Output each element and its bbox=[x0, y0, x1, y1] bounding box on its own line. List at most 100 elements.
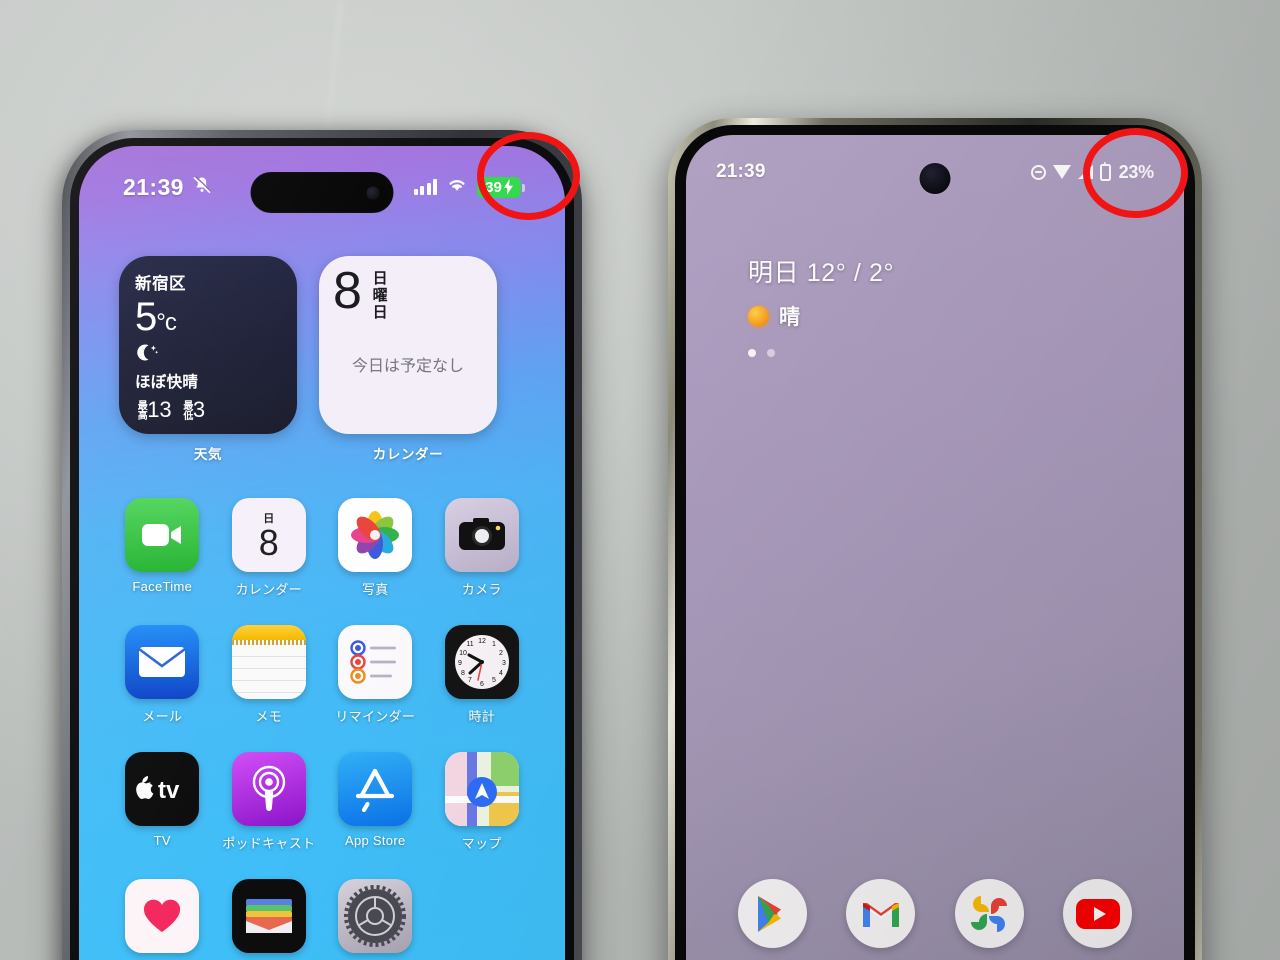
gmail-icon bbox=[846, 879, 916, 948]
app-wallet[interactable]: ウォレット bbox=[216, 879, 323, 960]
battery-icon bbox=[1099, 161, 1111, 181]
dock-app-photos[interactable]: フォト bbox=[935, 879, 1044, 960]
bell-slash-icon bbox=[192, 175, 212, 200]
weather-temp-unit: °c bbox=[156, 309, 177, 336]
ios-clock: 21:39 bbox=[123, 173, 184, 200]
weather-widget-label: 天気 bbox=[193, 447, 223, 462]
camera-icon bbox=[444, 498, 519, 572]
photos-icon bbox=[338, 498, 413, 572]
charging-bolt-icon bbox=[503, 179, 513, 195]
android-screen[interactable]: 21:39 23% 明日 12° / 2° 晴 bbox=[686, 135, 1184, 960]
ios-status-bar: 21:39 39 bbox=[79, 170, 565, 204]
calendar-widget-label: カレンダー bbox=[372, 447, 444, 462]
app-facetime[interactable]: FaceTime bbox=[109, 498, 216, 598]
svg-text:10: 10 bbox=[459, 650, 467, 657]
battery-percent-label: 39 bbox=[485, 178, 502, 196]
page-dot[interactable] bbox=[767, 349, 775, 357]
app-settings[interactable]: 設定 bbox=[322, 879, 429, 960]
dock-app-gmail[interactable]: Gmail bbox=[827, 879, 936, 960]
app-label: FaceTime bbox=[132, 579, 193, 594]
sun-icon bbox=[748, 305, 769, 327]
weather-widget-wrap[interactable]: 新宿区 5°c ほぼ快晴 最高 13 最低 3 天気 bbox=[119, 256, 297, 463]
ios-app-grid: FaceTime 日 8 カレンダー 写真 カメラ メール メモ リマインダー … bbox=[109, 498, 535, 960]
calendar-weekday: 日曜日 bbox=[370, 270, 388, 321]
youtube-icon bbox=[1063, 879, 1133, 948]
app-label: マップ bbox=[461, 836, 502, 851]
android-clock: 21:39 bbox=[716, 161, 766, 182]
ios-widget-row: 新宿区 5°c ほぼ快晴 最高 13 最低 3 天気 8 日曜日 今日は予定なし… bbox=[119, 256, 525, 463]
app-reminders[interactable]: リマインダー bbox=[322, 625, 429, 725]
photo-scene: 21:39 39 新宿区 5°c ほぼ快晴 最高 13 最低 3 天気 8 日曜… bbox=[0, 0, 1280, 960]
svg-text:5: 5 bbox=[492, 677, 496, 684]
android-condition-label: 晴 bbox=[779, 306, 800, 329]
settings-gear-icon bbox=[338, 879, 413, 953]
android-device: 21:39 23% 明日 12° / 2° 晴 bbox=[668, 118, 1202, 960]
app-health[interactable]: ヘルスケア bbox=[109, 879, 216, 960]
app-label: リマインダー bbox=[335, 709, 416, 724]
android-forecast-line: 明日 12° / 2° bbox=[748, 259, 895, 287]
calendar-widget[interactable]: 8 日曜日 今日は予定なし bbox=[319, 256, 497, 434]
android-weather-widget[interactable]: 明日 12° / 2° 晴 bbox=[748, 253, 894, 357]
app-label: カレンダー bbox=[235, 582, 302, 597]
facetime-icon bbox=[125, 498, 200, 572]
wifi-icon bbox=[1052, 165, 1071, 179]
health-icon bbox=[125, 879, 200, 953]
app-appletv[interactable]: tv TV bbox=[109, 752, 216, 852]
page-dot[interactable] bbox=[748, 349, 756, 357]
podcasts-icon bbox=[231, 752, 306, 826]
svg-text:11: 11 bbox=[466, 641, 473, 648]
app-clock[interactable]: 12 1 2 3 45 6 78 9 10 11 時計 bbox=[429, 625, 536, 725]
iphone-screen[interactable]: 21:39 39 新宿区 5°c ほぼ快晴 最高 13 最低 3 天気 8 日曜… bbox=[79, 146, 565, 960]
weather-temp-value: 5 bbox=[135, 295, 157, 339]
do-not-disturb-icon bbox=[1030, 164, 1046, 180]
app-calendar[interactable]: 日 8 カレンダー bbox=[216, 498, 323, 598]
calendar-widget-wrap[interactable]: 8 日曜日 今日は予定なし カレンダー bbox=[319, 256, 497, 463]
app-camera[interactable]: カメラ bbox=[429, 498, 536, 598]
svg-text:4: 4 bbox=[499, 670, 503, 677]
clock-icon: 12 1 2 3 45 6 78 9 10 11 bbox=[444, 625, 519, 699]
svg-text:2: 2 bbox=[499, 650, 503, 657]
app-photos[interactable]: 写真 bbox=[322, 498, 429, 598]
svg-text:9: 9 bbox=[458, 660, 462, 667]
moon-stars-icon bbox=[135, 342, 281, 368]
app-podcasts[interactable]: ポッドキャスト bbox=[216, 752, 323, 852]
calendar-event-text: 今日は予定なし bbox=[351, 358, 464, 375]
iphone-device: 21:39 39 新宿区 5°c ほぼ快晴 最高 13 最低 3 天気 8 日曜… bbox=[62, 130, 582, 960]
notes-icon bbox=[231, 625, 306, 699]
app-maps[interactable]: マップ bbox=[429, 752, 536, 852]
android-status-bar: 21:39 23% bbox=[686, 157, 1184, 187]
play-store-icon bbox=[737, 879, 807, 948]
android-condition-row: 晴 bbox=[748, 301, 894, 331]
weather-widget[interactable]: 新宿区 5°c ほぼ快晴 最高 13 最低 3 bbox=[119, 256, 297, 434]
weather-low-label: 最低 bbox=[180, 400, 192, 420]
app-label: メール bbox=[142, 709, 183, 724]
svg-text:1: 1 bbox=[492, 641, 496, 648]
maps-icon bbox=[444, 752, 519, 826]
signal-icon bbox=[1077, 165, 1093, 179]
weather-high-label: 最高 bbox=[135, 400, 147, 420]
app-label: 写真 bbox=[361, 582, 389, 597]
app-label: ポッドキャスト bbox=[222, 836, 316, 851]
wallet-icon bbox=[231, 879, 306, 953]
app-notes[interactable]: メモ bbox=[216, 625, 323, 725]
weather-condition: ほぼ快晴 bbox=[135, 374, 199, 391]
svg-text:3: 3 bbox=[502, 660, 506, 667]
dock-app-play-store[interactable]: Play ストア bbox=[718, 879, 827, 960]
battery-status-badge: 39 bbox=[477, 176, 525, 198]
app-label: App Store bbox=[344, 833, 406, 848]
mail-icon bbox=[125, 625, 200, 699]
dock-app-youtube[interactable]: YouTube bbox=[1044, 879, 1153, 960]
appstore-icon bbox=[338, 752, 413, 826]
calendar-icon: 日 8 bbox=[231, 498, 306, 572]
app-mail[interactable]: メール bbox=[109, 625, 216, 725]
svg-text:6: 6 bbox=[480, 681, 484, 688]
app-appstore[interactable]: App Store bbox=[322, 752, 429, 852]
svg-text:7: 7 bbox=[468, 677, 472, 684]
svg-text:12: 12 bbox=[478, 638, 486, 645]
weather-city: 新宿区 bbox=[135, 275, 186, 293]
appletv-icon: tv bbox=[125, 752, 200, 826]
google-photos-icon bbox=[954, 879, 1024, 948]
battery-percent-label: 23% bbox=[1118, 161, 1155, 182]
weather-low-value: 3 bbox=[192, 397, 206, 422]
widget-page-dots[interactable] bbox=[748, 349, 894, 357]
